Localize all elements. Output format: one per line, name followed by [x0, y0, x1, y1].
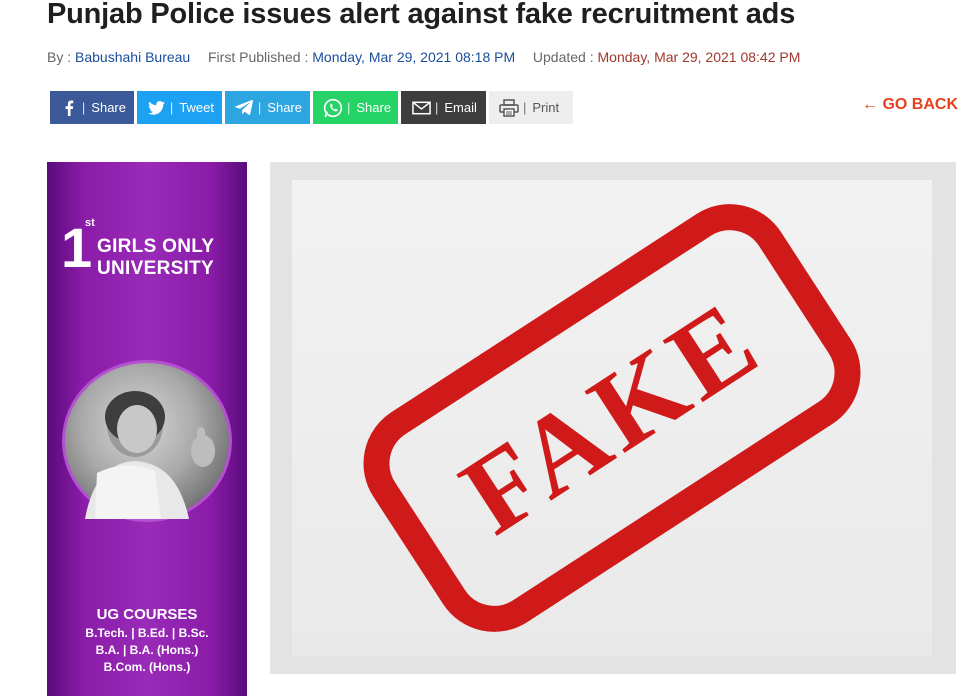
twitter-share-label: Tweet [179, 100, 214, 115]
ad-title-line-1: GIRLS ONLY [97, 236, 215, 257]
facebook-share-label: Share [91, 100, 126, 115]
article-meta: By : Babushahi Bureau First Published : … [47, 49, 800, 65]
ad-rank-suffix: st [85, 217, 95, 229]
separator: | [169, 100, 174, 115]
ad-courses-line-1: B.Tech. | B.Ed. | B.Sc. [85, 626, 209, 640]
whatsapp-share-label: Share [356, 100, 392, 115]
whatsapp-share-button[interactable]: | Share [313, 91, 398, 124]
fake-stamp-graphic: FAKE [363, 204, 861, 632]
print-button[interactable]: | Print [489, 91, 573, 124]
hero-image-frame: FAKE [292, 180, 932, 656]
student-photo [62, 360, 232, 522]
share-bar: | Share | Tweet | Share | Share | Email … [50, 91, 573, 124]
separator: | [81, 100, 86, 115]
by-label: By : [47, 49, 72, 65]
facebook-share-button[interactable]: | Share [50, 91, 134, 124]
email-share-button[interactable]: | Email [401, 91, 486, 124]
stamp-text: FAKE [441, 276, 783, 558]
author-link[interactable]: Babushahi Bureau [75, 49, 190, 65]
telegram-icon [235, 98, 254, 118]
separator: | [347, 100, 351, 115]
twitter-icon [147, 98, 166, 118]
article-hero-image: FAKE [270, 162, 956, 674]
separator: | [523, 100, 527, 115]
ad-title-line-2: UNIVERSITY [97, 258, 215, 279]
telegram-share-button[interactable]: | Share [225, 91, 310, 124]
go-back-link[interactable]: ← GO BACK [862, 96, 958, 114]
ad-courses-line-2: B.A. | B.A. (Hons.) [95, 643, 199, 657]
separator: | [257, 100, 262, 115]
ad-rank: 1st [61, 217, 95, 276]
updated-date: Monday, Mar 29, 2021 08:42 PM [597, 49, 801, 65]
whatsapp-icon [323, 98, 343, 118]
ad-courses-line-3: B.Com. (Hons.) [103, 660, 191, 674]
separator: | [435, 100, 439, 115]
university-ad-banner[interactable]: 1st GIRLS ONLY UNIVERSITY UG COURSES B.T… [47, 162, 247, 696]
twitter-share-button[interactable]: | Tweet [137, 91, 222, 124]
first-published-label: First Published : [208, 49, 309, 65]
article-headline: Punjab Police issues alert against fake … [47, 0, 796, 30]
updated-label: Updated : [532, 49, 594, 65]
print-label: Print [532, 100, 560, 115]
facebook-icon [60, 98, 78, 118]
email-icon [411, 98, 431, 118]
email-share-label: Email [444, 100, 477, 115]
first-published-date: Monday, Mar 29, 2021 08:18 PM [312, 49, 516, 65]
printer-icon [499, 98, 519, 118]
telegram-share-label: Share [267, 100, 302, 115]
ad-courses-title: UG COURSES [96, 606, 198, 623]
